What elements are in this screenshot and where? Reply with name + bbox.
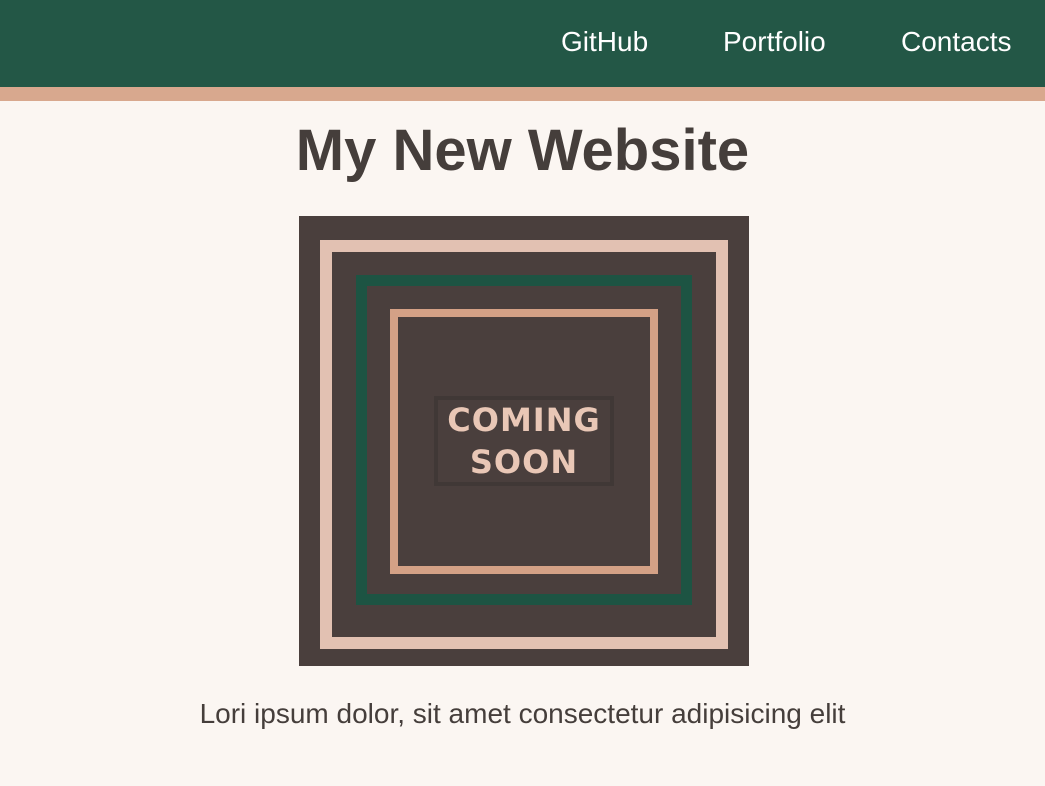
page-title: My New Website [295,118,750,183]
nav-link-github[interactable]: GitHub [561,26,648,58]
nav-link-portfolio[interactable]: Portfolio [723,26,826,58]
coming-soon-image: COMING SOON [299,216,749,666]
navbar: GitHub Portfolio Contacts [0,0,1045,101]
coming-soon-line-2: SOON [469,443,579,481]
intro-paragraph: Lori ipsum dolor, sit amet consectetur a… [199,698,846,729]
coming-soon-line-1: COMING [447,401,601,439]
coming-soon-label: COMING SOON [434,396,614,486]
nav-link-contacts[interactable]: Contacts [901,26,1012,58]
nav-links: GitHub Portfolio Contacts [0,26,1045,66]
